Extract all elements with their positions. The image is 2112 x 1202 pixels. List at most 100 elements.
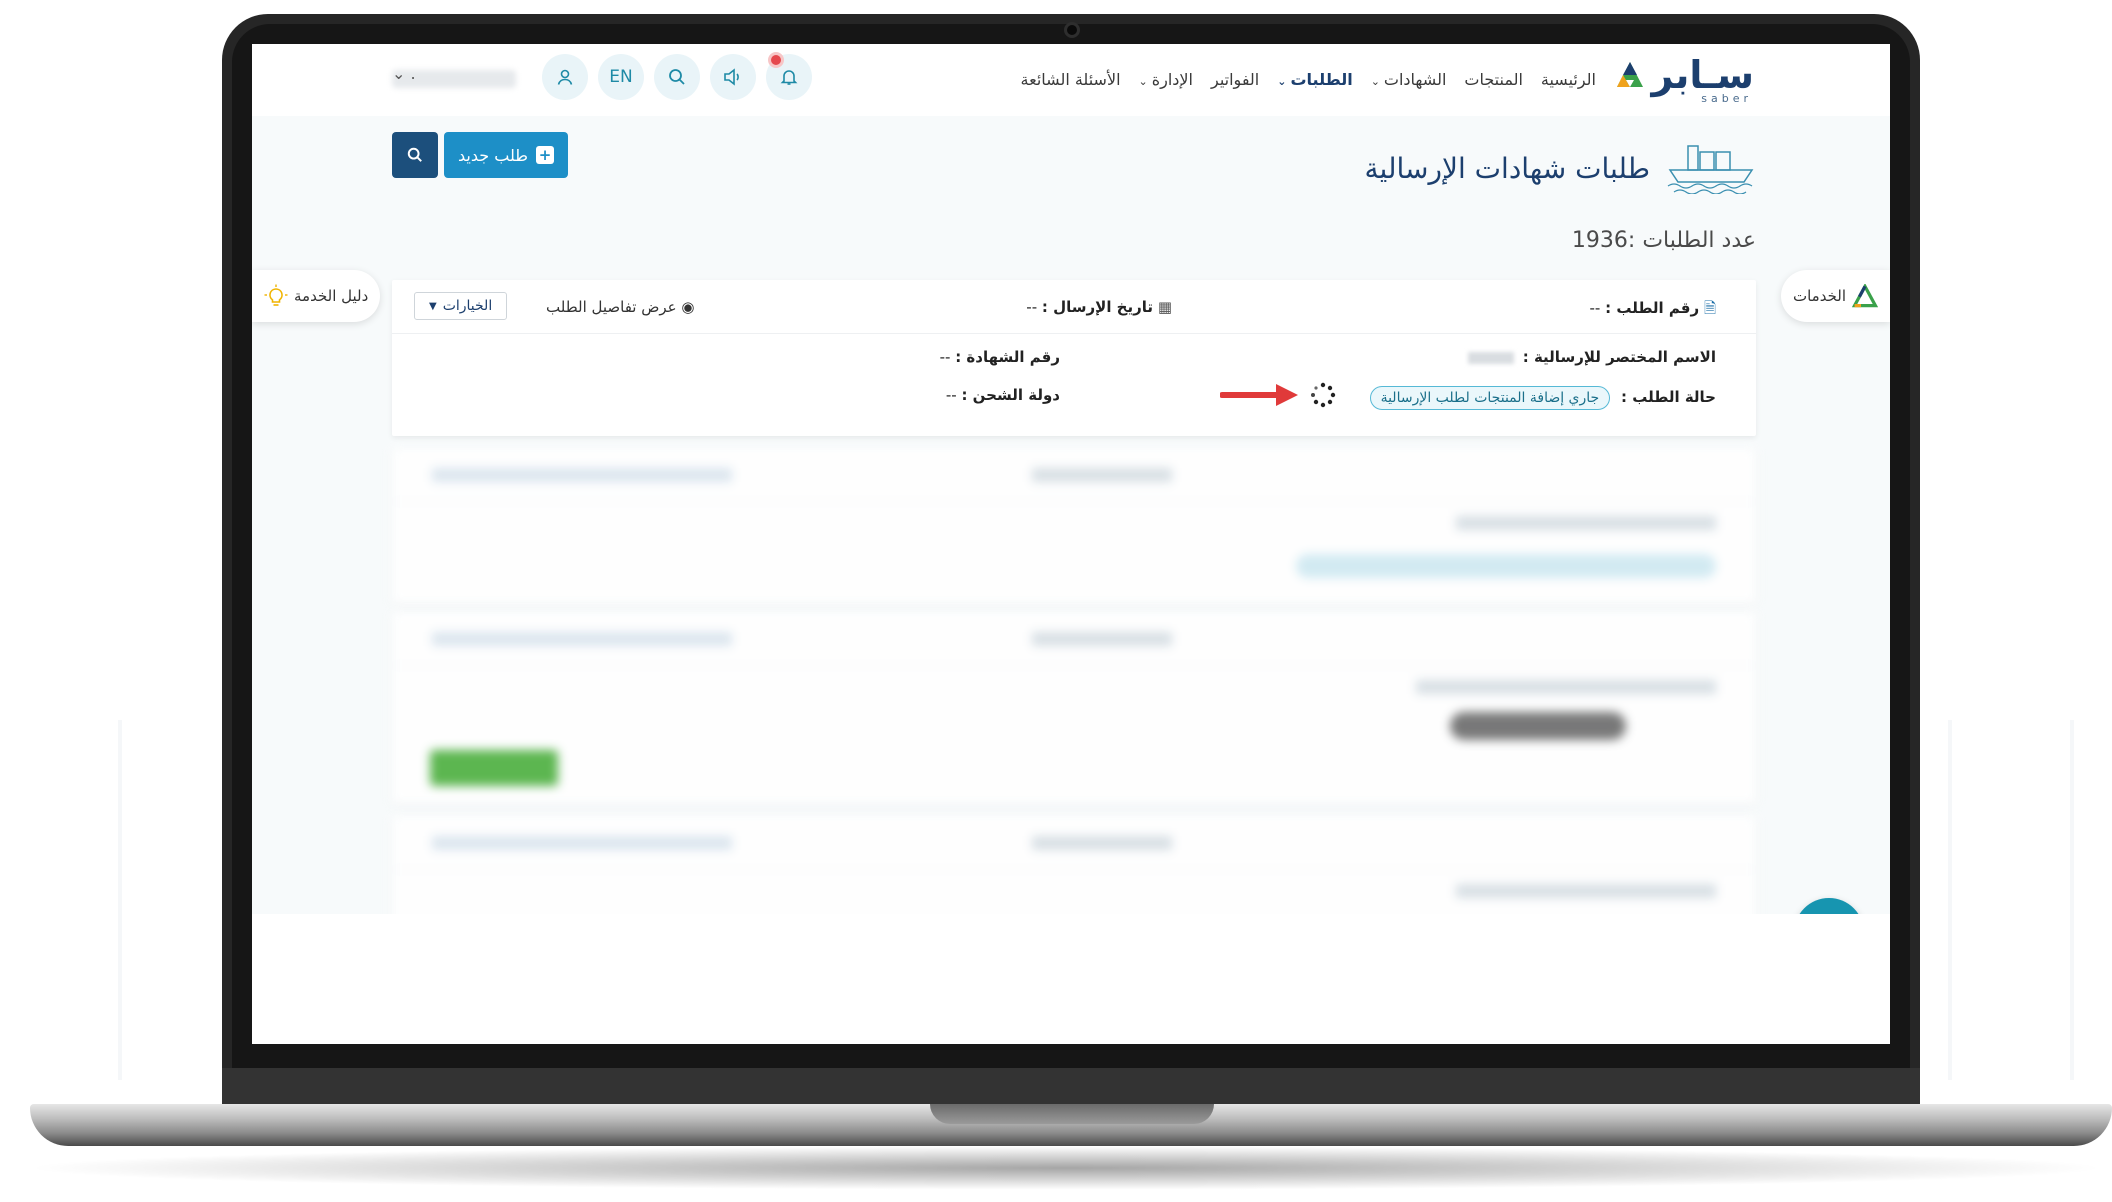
send-date-value: -- — [1026, 298, 1038, 316]
laptop-lower-bezel — [222, 1068, 1920, 1108]
shipping-country-field: دولة الشحن : -- — [946, 386, 1060, 404]
request-card-blurred — [392, 448, 1756, 604]
blurred-text — [432, 632, 732, 646]
view-details-link[interactable]: ◉ عرض تفاصيل الطلب — [546, 298, 694, 316]
caret-down-icon: ▼ — [429, 300, 437, 312]
blurred-action-button[interactable] — [430, 750, 558, 786]
request-number-value: -- — [1589, 299, 1601, 317]
status-badge: جاري إضافة المنتجات لطلب الإرسالية — [1369, 386, 1611, 410]
language-button[interactable]: EN — [598, 54, 644, 100]
user-icon — [557, 69, 573, 85]
stage: سـابر saber الرئيسية المنتجات الشهادات⌄ … — [0, 0, 2112, 1202]
send-date-field: ▦ تاريخ الإرسال : -- — [1026, 298, 1172, 316]
service-guide-tab[interactable]: دليل الخدمة — [252, 270, 381, 322]
menu-item-products[interactable]: المنتجات — [1464, 70, 1523, 89]
chevron-down-icon: ⌄ — [392, 64, 406, 83]
menu-item-invoices[interactable]: الفواتير — [1211, 70, 1259, 89]
logo-triangle-icon — [1852, 284, 1878, 308]
options-dropdown[interactable]: الخيارات ▼ — [414, 292, 508, 320]
chevron-down-icon: ⌄ — [1277, 75, 1287, 88]
main-content: طلبات شهادات الإرسالية + طلب جديد عدد ال… — [252, 116, 1890, 976]
page-title: طلبات شهادات الإرسالية — [1364, 151, 1650, 185]
services-tab[interactable]: الخدمات — [1780, 270, 1890, 322]
main-menu: الرئيسية المنتجات الشهادات⌄ الطلبات⌄ الف… — [1021, 70, 1596, 89]
request-card-blurred — [392, 612, 1756, 804]
nav-tools: EN — [542, 52, 812, 100]
menu-item-home[interactable]: الرئيسية — [1541, 70, 1596, 89]
page-bottom-area — [252, 914, 1890, 1044]
certificate-number-field: رقم الشهادة : -- — [940, 348, 1060, 366]
menu-item-management[interactable]: الإدارة⌄ — [1139, 70, 1193, 89]
request-number-field: 🗎 رقم الطلب : -- — [1589, 298, 1716, 323]
shipping-country-value: -- — [945, 386, 957, 404]
chevron-down-icon: ⌄ — [1138, 75, 1148, 88]
status-label: حالة الطلب : — [1620, 388, 1716, 406]
services-label: الخدمات — [1792, 287, 1846, 305]
user-menu-toggle[interactable]: ⌄ . — [392, 64, 416, 83]
notification-badge — [768, 52, 784, 68]
search-requests-button[interactable] — [392, 132, 438, 178]
screen: سـابر saber الرئيسية المنتجات الشهادات⌄ … — [252, 44, 1890, 1044]
logo-triangle-icon — [1617, 62, 1644, 87]
announcements-button[interactable] — [710, 54, 756, 100]
lightbulb-icon — [264, 284, 288, 306]
language-label: EN — [609, 67, 633, 87]
laptop-shadow — [20, 1146, 2112, 1190]
blurred-text — [1456, 884, 1716, 898]
blurred-text — [1032, 632, 1172, 646]
menu-item-faq[interactable]: الأسئلة الشائعة — [1021, 70, 1121, 89]
menu-item-certificates[interactable]: الشهادات⌄ — [1371, 70, 1447, 89]
user-name-dot: . — [410, 64, 416, 83]
short-name-field: الاسم المختصر للإرسالية : — [1467, 348, 1716, 366]
menu-item-management-label: الإدارة — [1151, 70, 1193, 89]
red-arrow-icon — [1220, 384, 1298, 406]
logo-text: سـابر — [1651, 53, 1754, 97]
new-request-label: طلب جديد — [458, 145, 528, 165]
blurred-pill — [1450, 712, 1626, 740]
menu-item-requests-label: الطلبات — [1290, 70, 1353, 89]
view-details-label: عرض تفاصيل الطلب — [546, 298, 677, 316]
blurred-status — [1450, 712, 1626, 744]
ship-icon — [1667, 145, 1754, 194]
notifications-button[interactable] — [766, 52, 812, 100]
status-field: حالة الطلب : جاري إضافة المنتجات لطلب ال… — [1369, 386, 1716, 410]
camera-icon — [1064, 22, 1080, 38]
logo-subtitle: saber — [1701, 92, 1752, 105]
search-icon — [669, 69, 685, 85]
document-icon: 🗎 — [1703, 299, 1716, 317]
loading-spinner-icon — [1311, 382, 1336, 408]
certificate-number-value: -- — [939, 348, 951, 366]
search-button[interactable] — [654, 54, 700, 100]
certificate-number-label: رقم الشهادة : — [955, 348, 1060, 366]
chevron-down-icon: ⌄ — [1370, 75, 1380, 88]
options-label: الخيارات — [442, 298, 493, 314]
shipping-country-label: دولة الشحن : — [961, 386, 1060, 404]
saber-logo[interactable]: سـابر saber — [1615, 53, 1754, 105]
calendar-icon: ▦ — [1157, 298, 1172, 316]
plus-icon: + — [535, 146, 554, 164]
blurred-text — [1032, 468, 1172, 482]
speaker-icon — [724, 68, 739, 86]
request-card: 🗎 رقم الطلب : -- ▦ تاريخ الإرسال : -- ◉ … — [392, 280, 1756, 436]
send-date-label: تاريخ الإرسال : — [1041, 298, 1154, 316]
search-icon — [407, 147, 422, 162]
blurred-text — [432, 468, 732, 482]
bell-icon — [780, 70, 798, 85]
eye-icon: ◉ — [681, 298, 695, 316]
blurred-text — [1032, 836, 1172, 850]
request-number-label: رقم الطلب : — [1605, 299, 1700, 317]
blurred-status — [1296, 554, 1716, 578]
blurred-text — [1456, 516, 1716, 530]
blurred-text — [1416, 680, 1716, 694]
menu-item-certificates-label: الشهادات — [1383, 70, 1447, 89]
page-header: طلبات شهادات الإرسالية — [1365, 142, 1756, 194]
laptop-notch — [930, 1104, 1214, 1124]
blurred-text — [432, 836, 732, 850]
new-request-button[interactable]: + طلب جديد — [444, 132, 568, 178]
menu-item-requests[interactable]: الطلبات⌄ — [1277, 70, 1352, 89]
short-name-value-blurred — [1467, 351, 1514, 364]
user-button[interactable] — [542, 54, 588, 100]
service-guide-label: دليل الخدمة — [294, 287, 369, 305]
requests-count: عدد الطلبات :1936 — [1571, 228, 1756, 253]
top-nav: سـابر saber الرئيسية المنتجات الشهادات⌄ … — [252, 44, 1890, 116]
